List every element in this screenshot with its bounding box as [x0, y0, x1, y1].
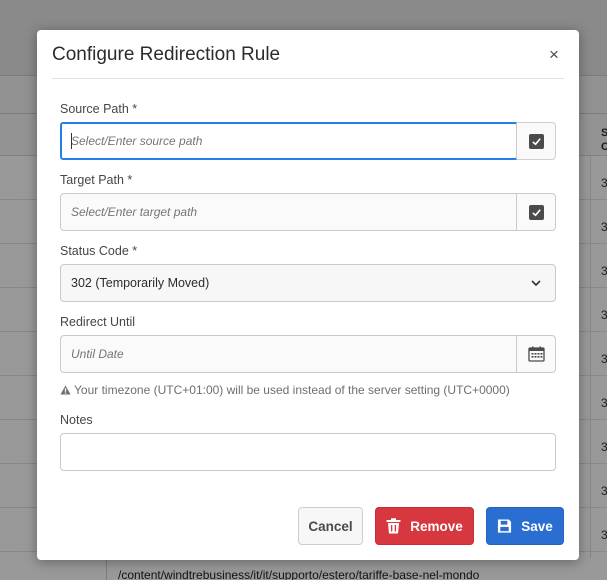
timezone-hint: Your timezone (UTC+01:00) will be used i…	[60, 383, 510, 397]
save-button-label: Save	[521, 518, 553, 534]
calendar-icon	[527, 346, 545, 362]
target-path-browse-button[interactable]	[516, 194, 555, 230]
target-path-field	[60, 193, 556, 231]
remove-button-label: Remove	[410, 518, 463, 534]
redirection-rule-dialog: Configure Redirection Rule × Source Path…	[37, 30, 579, 560]
dialog-title: Configure Redirection Rule	[52, 44, 281, 65]
checkbox-checked-icon	[528, 133, 544, 149]
cancel-button[interactable]: Cancel	[298, 507, 363, 545]
source-path-label: Source Path *	[60, 102, 138, 116]
checkbox-checked-icon	[528, 204, 544, 220]
trash-icon	[386, 518, 401, 534]
redirect-until-label: Redirect Until	[60, 315, 136, 329]
cancel-button-label: Cancel	[308, 518, 353, 534]
source-path-input[interactable]	[60, 122, 518, 160]
status-code-select[interactable]: 302 (Temporarily Moved)	[60, 264, 556, 302]
target-path-input[interactable]	[61, 194, 518, 230]
target-path-label: Target Path *	[60, 173, 133, 187]
text-caret	[71, 133, 72, 149]
source-path-browse-button[interactable]	[516, 123, 555, 159]
status-code-label: Status Code *	[60, 244, 138, 258]
remove-button[interactable]: Remove	[375, 507, 474, 545]
header-divider	[52, 78, 564, 79]
redirect-until-field	[60, 335, 556, 373]
save-button[interactable]: Save	[486, 507, 564, 545]
chevron-down-icon	[531, 280, 541, 287]
notes-label: Notes	[60, 413, 93, 427]
redirect-until-input[interactable]	[61, 336, 518, 372]
status-code-value: 302 (Temporarily Moved)	[71, 276, 210, 290]
close-button[interactable]: ×	[547, 46, 561, 64]
notes-input[interactable]	[60, 433, 556, 471]
warning-icon	[60, 385, 71, 395]
timezone-hint-text: Your timezone (UTC+01:00) will be used i…	[74, 383, 510, 397]
date-picker-button[interactable]	[516, 336, 555, 372]
source-path-field	[60, 122, 556, 160]
floppy-disk-icon	[498, 519, 512, 533]
